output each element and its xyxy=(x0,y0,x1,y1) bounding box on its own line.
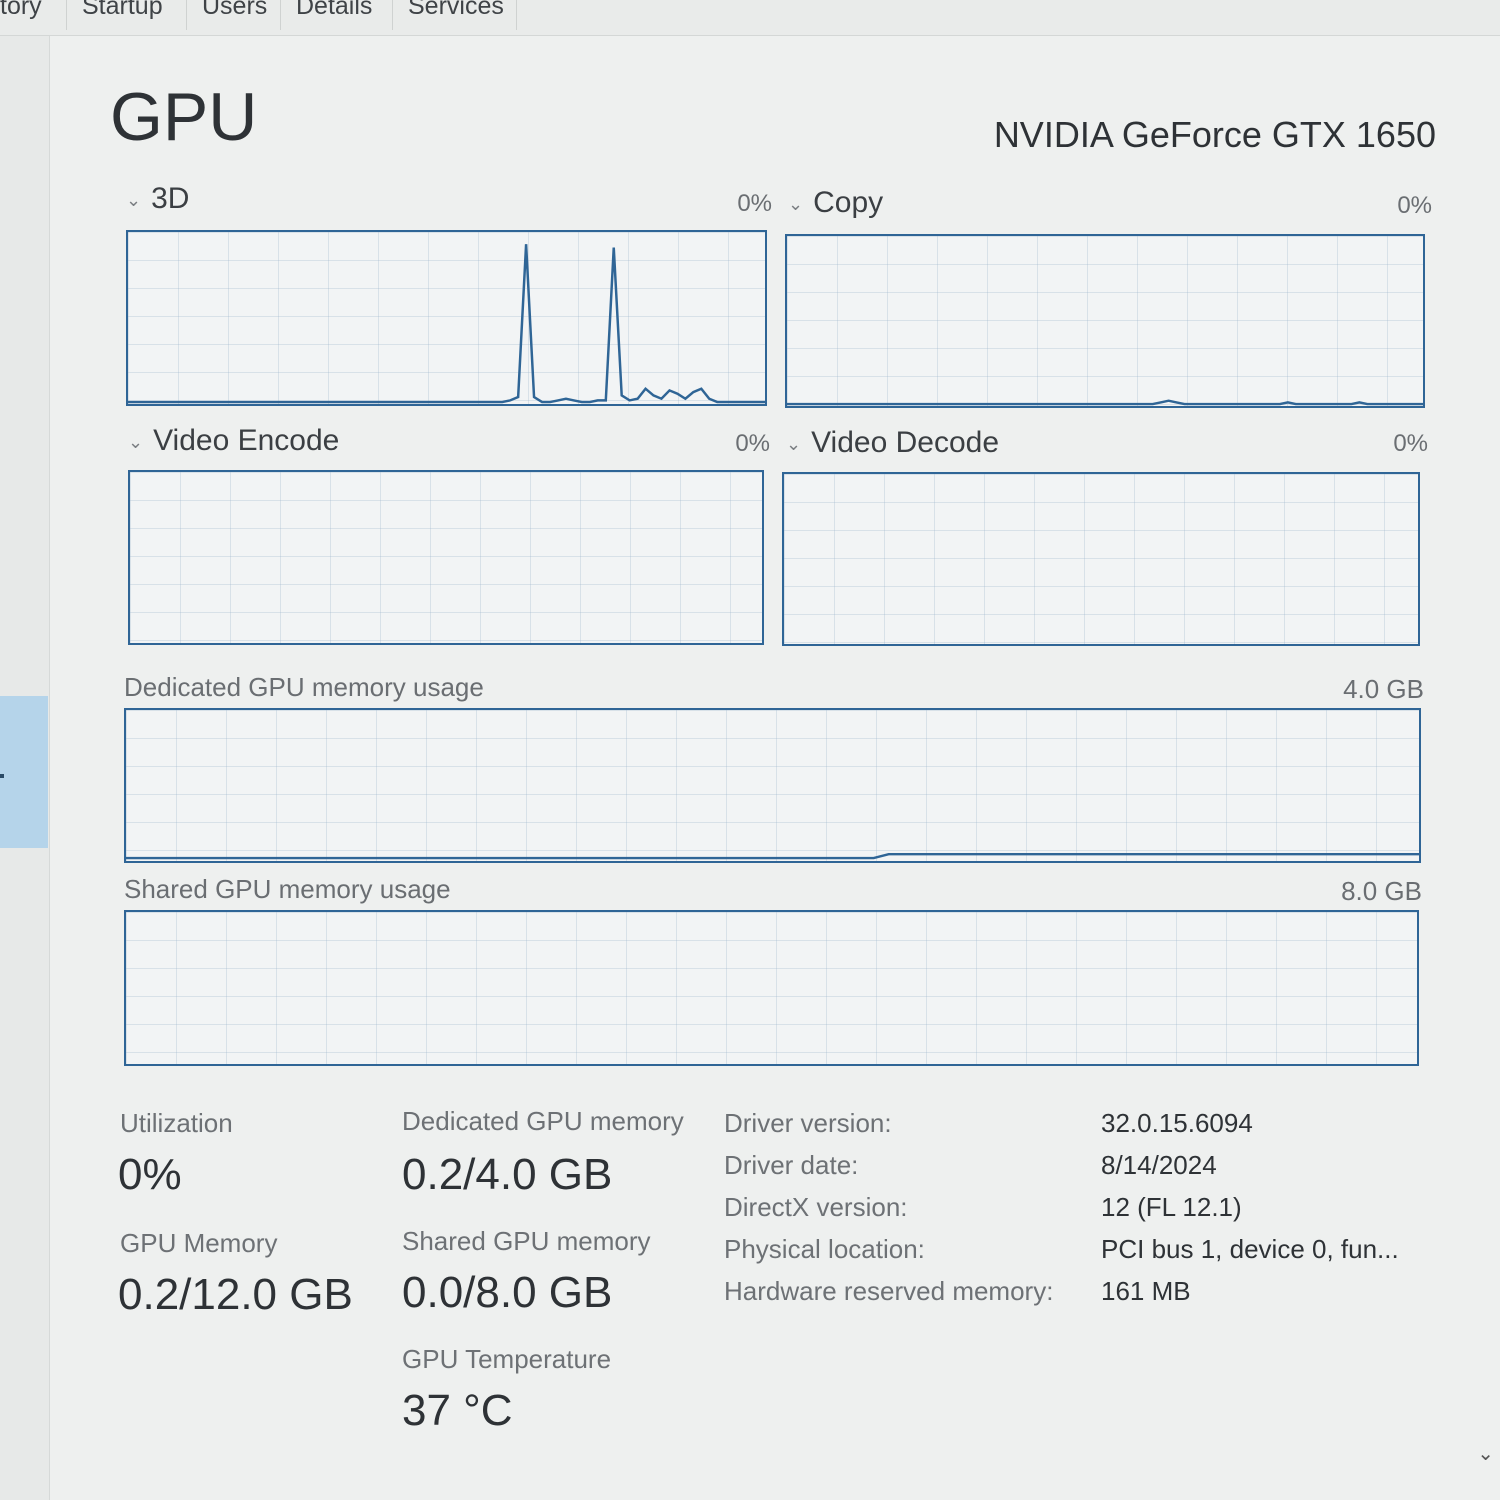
engine-selector-video-encode[interactable]: ⌄ Video Encode xyxy=(128,424,339,458)
gpu-memory-value: 0.2/12.0 GB xyxy=(118,1270,353,1319)
tab-details[interactable]: Details xyxy=(288,0,380,21)
utilization-value: 0% xyxy=(118,1150,182,1199)
engine-label: 3D xyxy=(151,182,190,215)
driver-version-label: Driver version: xyxy=(724,1108,892,1138)
utilization-label: Utilization xyxy=(120,1108,233,1138)
page-title: GPU xyxy=(110,79,258,155)
engine-value: 0% xyxy=(1393,430,1428,457)
tab-startup[interactable]: Startup xyxy=(74,0,171,21)
tab-divider xyxy=(516,0,517,30)
gpu-temperature-value: 37 °C xyxy=(402,1386,513,1435)
engine-graph-video-decode xyxy=(782,472,1420,646)
engine-trace xyxy=(787,399,1423,406)
dedicated-memory-value: 0.2/4.0 GB xyxy=(402,1150,613,1199)
tab-app-history[interactable]: tory xyxy=(0,0,50,21)
driver-date-label: Driver date: xyxy=(724,1150,859,1180)
physical-location-label: Physical location: xyxy=(724,1234,925,1264)
tab-divider xyxy=(186,0,187,30)
engine-graph-copy xyxy=(785,234,1425,408)
engine-selector-copy[interactable]: ⌄ Copy xyxy=(788,186,883,220)
gpu-memory-label: GPU Memory xyxy=(120,1228,278,1258)
tab-divider xyxy=(280,0,281,30)
chevron-down-icon: ⌄ xyxy=(788,193,804,214)
gpu-model-name: NVIDIA GeForce GTX 1650 xyxy=(993,114,1436,155)
engine-graph-3d xyxy=(126,230,767,406)
hardware-reserved-memory-value: 161 MB xyxy=(1101,1276,1191,1306)
chevron-down-icon: ⌄ xyxy=(786,433,802,454)
tab-divider xyxy=(66,0,67,30)
driver-version-value: 32.0.15.6094 xyxy=(1101,1108,1253,1138)
dedicated-memory-graph-label: Dedicated GPU memory usage xyxy=(124,672,484,702)
engine-value: 0% xyxy=(737,190,772,217)
engine-value: 0% xyxy=(735,430,770,457)
gpu-temperature-label: GPU Temperature xyxy=(402,1344,612,1374)
directx-version-label: DirectX version: xyxy=(724,1192,908,1222)
shared-memory-label: Shared GPU memory xyxy=(402,1226,651,1256)
driver-date-value: 8/14/2024 xyxy=(1101,1150,1217,1180)
tab-strip: tory Startup Users Details Services xyxy=(0,0,1500,36)
engine-graph-video-encode xyxy=(128,470,764,645)
engine-value: 0% xyxy=(1397,192,1432,219)
engine-label: Copy xyxy=(813,186,884,219)
tab-services[interactable]: Services xyxy=(400,0,512,21)
engine-trace xyxy=(128,244,765,404)
engine-label: Video Encode xyxy=(153,424,340,457)
engine-selector-video-decode[interactable]: ⌄ Video Decode xyxy=(786,426,999,460)
directx-version-value: 12 (FL 12.1) xyxy=(1101,1192,1242,1222)
hardware-reserved-memory-label: Hardware reserved memory: xyxy=(724,1276,1054,1306)
shared-memory-graph-max: 8.0 GB xyxy=(1341,876,1422,906)
engine-selector-3d[interactable]: ⌄ 3D xyxy=(126,182,189,216)
shared-memory-graph-label: Shared GPU memory usage xyxy=(124,874,451,904)
dedicated-memory-trace xyxy=(126,852,1419,860)
performance-sidebar xyxy=(0,36,50,1500)
physical-location-value: PCI bus 1, device 0, fun... xyxy=(1101,1234,1399,1264)
dedicated-memory-graph-max: 4.0 GB xyxy=(1343,674,1424,704)
sidebar-item-gpu-selected[interactable] xyxy=(0,696,48,848)
tab-divider xyxy=(392,0,393,30)
chevron-down-icon: ⌄ xyxy=(128,431,144,452)
dedicated-memory-label: Dedicated GPU memory xyxy=(402,1106,684,1136)
shared-memory-graph xyxy=(124,910,1419,1066)
selection-marker xyxy=(0,774,4,778)
chevron-down-icon: ⌄ xyxy=(126,189,142,210)
engine-label: Video Decode xyxy=(811,426,1000,459)
tab-users[interactable]: Users xyxy=(194,0,275,21)
shared-memory-value: 0.0/8.0 GB xyxy=(402,1268,613,1317)
scroll-down-icon[interactable]: ⌄ xyxy=(1477,1441,1494,1466)
dedicated-memory-graph xyxy=(124,708,1421,863)
